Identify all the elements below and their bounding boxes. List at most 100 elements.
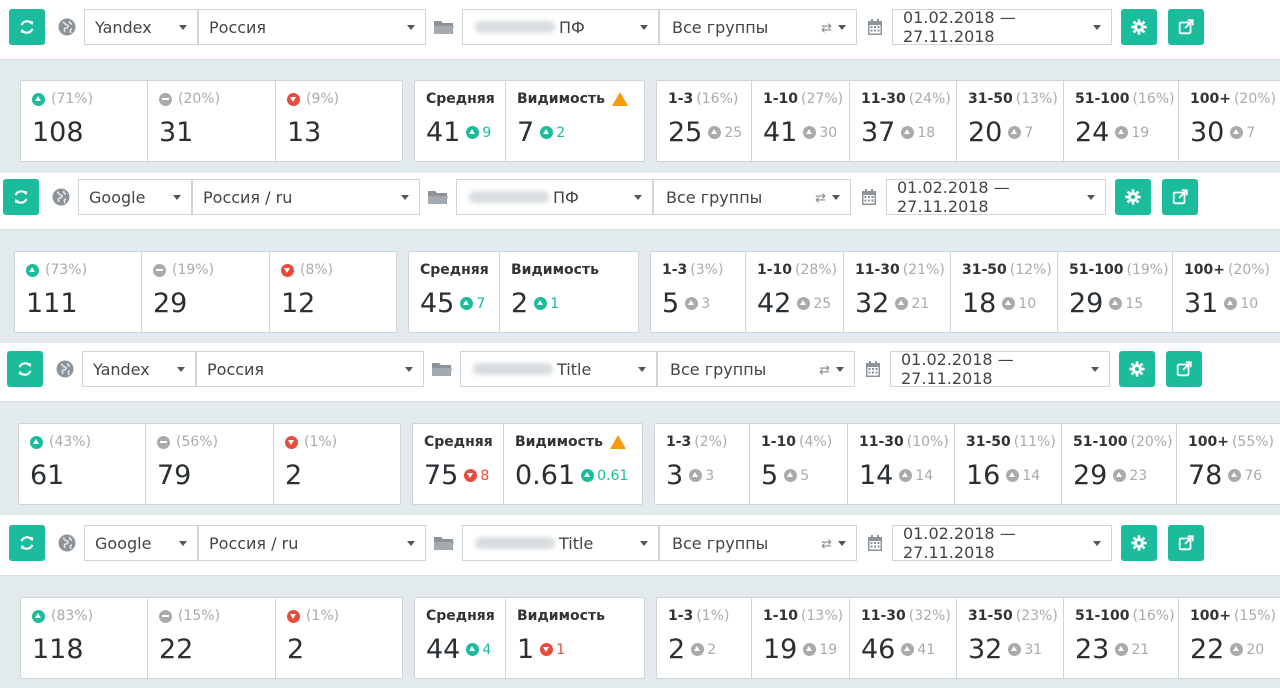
- project-name-redacted: [475, 537, 555, 549]
- range-100+[interactable]: 100+ (55%) 78 76: [1177, 424, 1280, 504]
- summary-neutral[interactable]: (56%) 79: [146, 424, 274, 504]
- range-delta-value: 21: [1131, 641, 1150, 658]
- range-100+[interactable]: 100+ (15%) 22 20: [1179, 598, 1280, 678]
- date-range-select[interactable]: 01.02.2018 — 27.11.2018: [892, 524, 1112, 562]
- export-button[interactable]: [1162, 179, 1198, 215]
- refresh-button[interactable]: [3, 179, 39, 215]
- summary-up[interactable]: (73%) 111: [15, 252, 142, 332]
- range-31-50[interactable]: 31-50 (12%) 18 10: [951, 252, 1058, 332]
- refresh-button[interactable]: [9, 525, 45, 561]
- summary-neutral[interactable]: (20%) 31: [148, 81, 276, 161]
- groups-select[interactable]: Все группы ⇄: [659, 9, 857, 45]
- visibility-cell[interactable]: Видимость 2 1: [500, 252, 640, 332]
- range-100+[interactable]: 100+ (20%) 31 10: [1173, 252, 1280, 332]
- region-select[interactable]: Россия: [196, 351, 424, 387]
- region-select[interactable]: Россия / ru: [192, 179, 420, 215]
- chevron-down-icon: [836, 367, 844, 372]
- search-engine-select[interactable]: Google: [78, 179, 192, 215]
- range-1-10[interactable]: 1-10 (28%) 42 25: [746, 252, 844, 332]
- summary-up[interactable]: (71%) 108: [21, 81, 148, 161]
- range-11-30[interactable]: 11-30 (21%) 32 21: [844, 252, 951, 332]
- visibility-cell[interactable]: Видимость 1 1: [506, 598, 646, 678]
- region-select[interactable]: Россия / ru: [198, 525, 426, 561]
- sync-icon: ⇄: [821, 21, 832, 36]
- range-31-50[interactable]: 31-50 (23%) 32 31: [957, 598, 1064, 678]
- range-1-10[interactable]: 1-10 (13%) 19 19: [752, 598, 850, 678]
- avg-metric: 75 8: [424, 460, 489, 491]
- settings-button[interactable]: [1115, 179, 1151, 215]
- project-name-redacted: [475, 21, 555, 33]
- groups-select[interactable]: Все группы ⇄: [657, 351, 855, 387]
- search-engine-select[interactable]: Yandex: [82, 351, 196, 387]
- chevron-down-icon: [401, 195, 409, 200]
- range-label: 51-100: [1075, 91, 1130, 107]
- export-icon: [1177, 18, 1195, 36]
- refresh-button[interactable]: [9, 9, 45, 45]
- export-button[interactable]: [1168, 9, 1204, 45]
- settings-button[interactable]: [1121, 525, 1157, 561]
- range-1-3[interactable]: 1-3 (1%) 2 2: [657, 598, 752, 678]
- range-header: 1-10 (4%): [761, 434, 832, 450]
- range-1-3[interactable]: 1-3 (3%) 5 3: [651, 252, 746, 332]
- range-label: 1-10: [761, 434, 797, 450]
- range-51-100[interactable]: 51-100 (20%) 29 23: [1062, 424, 1177, 504]
- range-delta: 21: [895, 296, 929, 312]
- average-position-cell[interactable]: Средняя 41 9: [415, 81, 506, 161]
- region-select[interactable]: Россия: [198, 9, 426, 45]
- summary-neutral[interactable]: (19%) 29: [142, 252, 270, 332]
- date-range-select[interactable]: 01.02.2018 — 27.11.2018: [886, 178, 1106, 216]
- date-range-select[interactable]: 01.02.2018 — 27.11.2018: [890, 350, 1110, 388]
- search-engine-select[interactable]: Yandex: [84, 9, 198, 45]
- export-button[interactable]: [1166, 351, 1202, 387]
- export-button[interactable]: [1168, 525, 1204, 561]
- range-100+[interactable]: 100+ (20%) 30 7: [1179, 81, 1280, 161]
- summary-header: (15%): [159, 608, 220, 624]
- summary-down[interactable]: (8%) 12: [270, 252, 398, 332]
- range-1-3[interactable]: 1-3 (16%) 25 25: [657, 81, 752, 161]
- range-51-100[interactable]: 51-100 (16%) 24 19: [1064, 81, 1179, 161]
- range-1-10[interactable]: 1-10 (4%) 5 5: [750, 424, 848, 504]
- range-count: 18: [962, 288, 997, 319]
- range-51-100[interactable]: 51-100 (16%) 23 21: [1064, 598, 1179, 678]
- arrow-up-circle-icon: [797, 297, 811, 310]
- range-31-50[interactable]: 31-50 (11%) 16 14: [955, 424, 1062, 504]
- refresh-button[interactable]: [7, 351, 43, 387]
- gear-icon: [1130, 534, 1148, 552]
- chevron-down-icon: [640, 25, 648, 30]
- search-engine-select[interactable]: Google: [84, 525, 198, 561]
- vis-label: Видимость: [517, 91, 605, 107]
- visibility-cell[interactable]: Видимость 7 2: [506, 81, 646, 161]
- average-position-cell[interactable]: Средняя 75 8: [413, 424, 504, 504]
- summary-down[interactable]: (1%) 2: [276, 598, 404, 678]
- average-position-cell[interactable]: Средняя 44 4: [415, 598, 506, 678]
- average-position-cell[interactable]: Средняя 45 7: [409, 252, 500, 332]
- project-select[interactable]: Title: [462, 525, 659, 561]
- range-11-30[interactable]: 11-30 (10%) 14 14: [848, 424, 955, 504]
- summary-down[interactable]: (9%) 13: [276, 81, 404, 161]
- range-percent: (3%): [690, 262, 724, 278]
- visibility-cell[interactable]: Видимость 0.61 0.61: [504, 424, 644, 504]
- project-select[interactable]: ПФ: [462, 9, 659, 45]
- settings-button[interactable]: [1119, 351, 1155, 387]
- summary-up[interactable]: (43%) 61: [19, 424, 146, 504]
- summary-neutral[interactable]: (15%) 22: [148, 598, 276, 678]
- date-range-select[interactable]: 01.02.2018 — 27.11.2018: [892, 8, 1112, 46]
- summary-up[interactable]: (83%) 118: [21, 598, 148, 678]
- project-select[interactable]: ПФ: [456, 179, 653, 215]
- range-31-50[interactable]: 31-50 (13%) 20 7: [957, 81, 1064, 161]
- range-11-30[interactable]: 11-30 (32%) 46 41: [850, 598, 957, 678]
- groups-select[interactable]: Все группы ⇄: [653, 179, 851, 215]
- arrow-up-circle-icon: [26, 263, 39, 277]
- range-1-10[interactable]: 1-10 (27%) 41 30: [752, 81, 850, 161]
- summary-down[interactable]: (1%) 2: [274, 424, 402, 504]
- range-label: 51-100: [1073, 434, 1128, 450]
- range-percent: (10%): [906, 434, 949, 450]
- range-11-30[interactable]: 11-30 (24%) 37 18: [850, 81, 957, 161]
- groups-select[interactable]: Все группы ⇄: [659, 525, 857, 561]
- range-1-3[interactable]: 1-3 (2%) 3 3: [655, 424, 750, 504]
- project-select[interactable]: Title: [460, 351, 657, 387]
- settings-button[interactable]: [1121, 9, 1157, 45]
- range-51-100[interactable]: 51-100 (19%) 29 15: [1058, 252, 1173, 332]
- range-metric: 19 19: [763, 634, 837, 665]
- range-percent: (11%): [1013, 434, 1056, 450]
